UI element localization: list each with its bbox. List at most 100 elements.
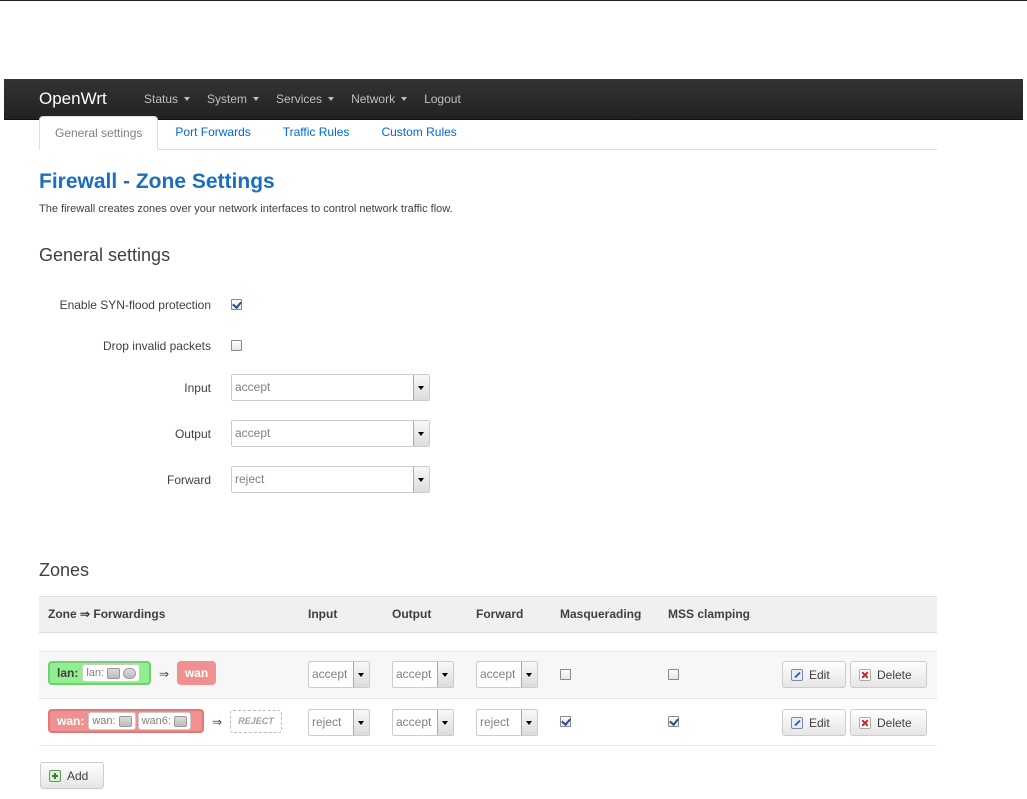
tab-bar: General settings Port Forwards Traffic R… [39, 116, 937, 150]
dropdown-arrow-icon [353, 662, 369, 687]
dropdown-arrow-icon [521, 710, 537, 735]
brand-logo[interactable]: OpenWrt [39, 89, 107, 109]
add-icon [49, 769, 61, 782]
tab-general-settings[interactable]: General settings [39, 116, 159, 150]
table-row-wan: wan: wan: wan6: ⇒ REJECT reject accept r… [39, 698, 937, 746]
page-title: Firewall - Zone Settings [39, 170, 275, 193]
main-menu: Status System Services Network Logout [144, 79, 478, 119]
interface-badge-wan: wan: [88, 712, 136, 730]
forward-policy-value: reject [235, 472, 265, 486]
col-masquerading: Masquerading [560, 607, 642, 621]
wan-forward-value: reject [480, 715, 510, 729]
dropdown-arrow-icon [437, 710, 453, 735]
dropdown-arrow-icon [413, 467, 429, 492]
zone-badge-lan: lan: lan: [48, 661, 151, 685]
edit-label: Edit [809, 715, 830, 730]
col-output: Output [392, 607, 432, 621]
menu-services-label: Services [276, 92, 323, 106]
output-label: Output [174, 427, 211, 441]
lan-input-select[interactable]: accept [308, 661, 370, 688]
tab-port-forwards[interactable]: Port Forwards [160, 116, 265, 148]
lan-forward-value: accept [480, 667, 516, 681]
col-forward: Forward [476, 607, 524, 621]
general-settings-heading: General settings [39, 245, 171, 265]
add-label: Add [67, 768, 89, 783]
wan-output-value: accept [396, 715, 432, 729]
output-policy-value: accept [235, 426, 271, 440]
input-label: Input [184, 381, 211, 395]
input-policy-select[interactable]: accept [231, 374, 430, 401]
dropdown-arrow-icon [437, 662, 453, 687]
forward-target: wan [184, 666, 209, 680]
forward-policy-select[interactable]: reject [231, 466, 430, 493]
interface-name: wan: [92, 715, 116, 727]
page-description: The firewall creates zones over your net… [39, 203, 453, 215]
menu-logout-label: Logout [424, 92, 461, 106]
edit-label: Edit [809, 667, 830, 682]
dropdown-arrow-icon [353, 710, 369, 735]
menu-services[interactable]: Services [276, 92, 335, 106]
lan-mss-clamping-checkbox[interactable] [668, 669, 679, 680]
wan-input-value: reject [312, 715, 342, 729]
ethernet-icon [173, 715, 187, 727]
menu-network[interactable]: Network [351, 92, 408, 106]
wan-output-select[interactable]: accept [392, 709, 454, 736]
menu-system[interactable]: System [207, 92, 260, 106]
delete-label: Delete [877, 715, 912, 730]
navbar: OpenWrt Status System Services Network L… [4, 79, 1023, 120]
lan-input-value: accept [312, 667, 348, 681]
lan-output-select[interactable]: accept [392, 661, 454, 688]
syn-flood-label: Enable SYN-flood protection [59, 298, 211, 312]
delete-icon [859, 668, 871, 681]
interface-name: wan6: [141, 715, 171, 727]
menu-status[interactable]: Status [144, 92, 191, 106]
tab-custom-rules[interactable]: Custom Rules [366, 116, 471, 148]
dropdown-arrow-icon [413, 421, 429, 446]
interface-badge-lan: lan: [82, 664, 141, 682]
zone-name: lan: [57, 666, 79, 680]
interface-name: lan: [86, 667, 105, 679]
delete-icon [859, 716, 871, 729]
forward-label: Forward [166, 473, 211, 487]
caret-down-icon [401, 97, 408, 101]
zone-badge-wan: wan: wan: wan6: [48, 709, 204, 733]
forward-arrow: ⇒ [212, 715, 223, 729]
add-zone-button[interactable]: Add [40, 762, 104, 789]
tab-traffic-rules[interactable]: Traffic Rules [268, 116, 365, 148]
col-input: Input [308, 607, 338, 621]
delete-label: Delete [877, 667, 912, 682]
drop-invalid-checkbox[interactable] [231, 340, 242, 351]
lan-output-value: accept [396, 667, 432, 681]
lan-forward-select[interactable]: accept [476, 661, 538, 688]
syn-flood-checkbox[interactable] [231, 299, 242, 310]
zone-name: wan: [57, 714, 85, 728]
ethernet-icon [107, 667, 121, 679]
wan-masquerading-checkbox[interactable] [560, 716, 571, 727]
table-row-lan: lan: lan: ⇒ wan accept accept accept Edi… [39, 651, 937, 698]
output-policy-select[interactable]: accept [231, 420, 430, 447]
wan-mss-clamping-checkbox[interactable] [668, 716, 679, 727]
caret-down-icon [328, 97, 335, 101]
reject-target: REJECT [230, 710, 282, 733]
zones-table-header: Zone ⇒ Forwardings Input Output Forward … [39, 596, 937, 633]
forward-arrow: ⇒ [159, 667, 170, 681]
menu-system-label: System [207, 92, 248, 106]
input-policy-value: accept [235, 380, 271, 394]
menu-logout[interactable]: Logout [424, 92, 461, 106]
delete-button[interactable]: Delete [850, 709, 927, 736]
wan-forward-select[interactable]: reject [476, 709, 538, 736]
dropdown-arrow-icon [521, 662, 537, 687]
edit-button[interactable]: Edit [782, 661, 846, 688]
edit-icon [791, 668, 803, 681]
wireless-icon [123, 667, 137, 679]
menu-network-label: Network [351, 92, 396, 106]
edit-button[interactable]: Edit [782, 709, 846, 736]
wan-input-select[interactable]: reject [308, 709, 370, 736]
lan-masquerading-checkbox[interactable] [560, 669, 571, 680]
delete-button[interactable]: Delete [850, 661, 927, 688]
zones-heading: Zones [39, 560, 90, 580]
col-mss-clamping: MSS clamping [668, 607, 751, 621]
caret-down-icon [184, 97, 191, 101]
window-top-border [0, 0, 1027, 1]
caret-down-icon [253, 97, 260, 101]
